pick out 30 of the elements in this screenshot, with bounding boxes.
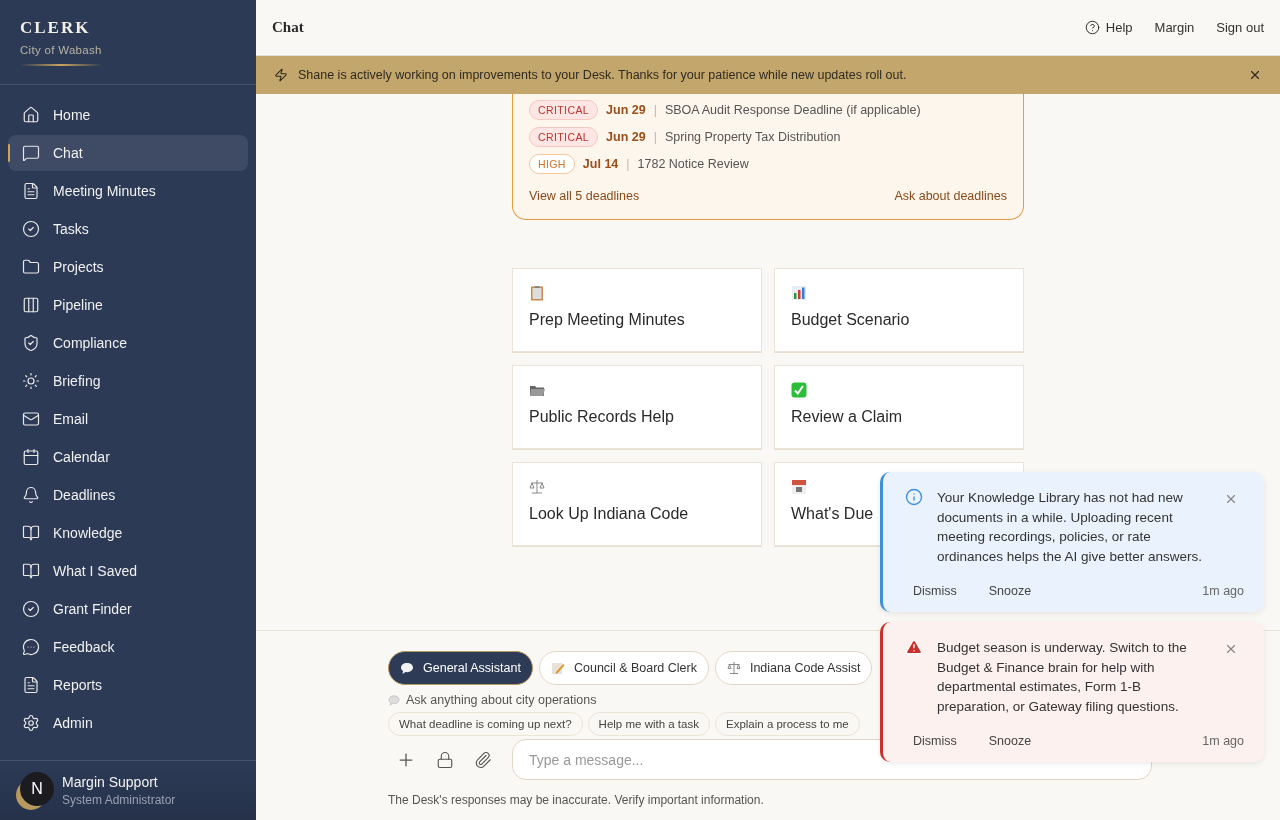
deadline-date: Jun 29 (606, 129, 646, 144)
user-name: Margin Support (62, 774, 159, 790)
notification-text: Your Knowledge Library has not had new documents in a while. Uploading recent meeting recordings, policies, or rate ordinances helps the AI give better answers. (937, 489, 1203, 566)
brand-title: CLERK (20, 18, 91, 38)
banner-text: Shane is actively working on improvements to your Desk. Thanks for your patience while new updates roll out. (298, 68, 908, 82)
disclaimer-text: The Desk's responses may be inaccurate. Verify important information. (388, 793, 765, 807)
notification-text: Budget season is underway. Switch to the Budget & Finance brain for help with departmental estimates, Form 1-B preparation, or Gateway filing questions. (937, 639, 1188, 716)
quick-action-label: Prep Meeting Minutes (529, 311, 685, 329)
notification-time: 1m ago (1202, 734, 1244, 748)
quick-action-label: Look Up Indiana Code (529, 505, 689, 523)
quick-action-label: Review a Claim (791, 408, 903, 426)
deadline-title: Spring Property Tax Distribution (664, 129, 841, 144)
quick-action-label: Public Records Help (529, 408, 674, 426)
hint-text: Ask anything about city operations (406, 693, 597, 707)
priority-badge: CRITICAL (529, 99, 599, 120)
brand-subtitle: City of Wabash (20, 44, 102, 56)
deadline-title: SBOA Audit Response Deadline (if applicable) (664, 102, 921, 117)
separator: | (626, 156, 630, 171)
deadline-date: Jun 29 (606, 102, 646, 117)
user-role: System Administrator (62, 793, 176, 807)
deadline-title: 1782 Notice Review (637, 156, 749, 171)
priority-badge: CRITICAL (529, 126, 599, 147)
separator: | (653, 102, 657, 117)
page-title: Chat (272, 19, 305, 36)
separator: | (653, 129, 657, 144)
quick-action-label: Budget Scenario (791, 311, 910, 329)
quick-action-label: What's Due (791, 505, 874, 523)
priority-badge: HIGH (529, 153, 575, 174)
notification-time: 1m ago (1202, 584, 1244, 598)
deadline-date: Jul 14 (582, 156, 619, 171)
